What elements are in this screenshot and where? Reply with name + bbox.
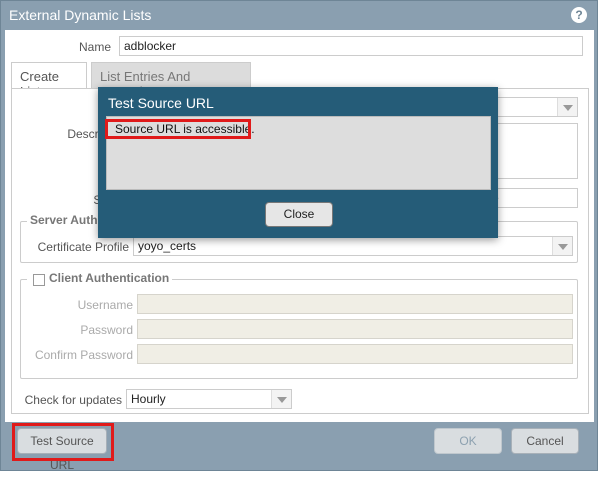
username-input[interactable] — [137, 294, 573, 314]
client-authentication-checkbox[interactable] — [33, 274, 45, 286]
dialog-footer: Test Source URL OK Cancel — [1, 422, 597, 472]
window-titlebar: External Dynamic Lists ? — [1, 1, 597, 31]
certificate-profile-select[interactable]: yoyo_certs — [133, 236, 573, 256]
description-label: Descrip — [67, 127, 108, 141]
confirm-password-input[interactable] — [137, 344, 573, 364]
certificate-profile-value: yoyo_certs — [138, 239, 197, 253]
name-label: Name — [78, 40, 111, 54]
test-dialog-title: Test Source URL — [108, 95, 214, 111]
chevron-down-icon — [552, 237, 572, 255]
client-authentication-group: Client Authentication Username Password … — [20, 271, 578, 379]
check-updates-value: Hourly — [131, 392, 166, 406]
tab-list-entries[interactable]: List Entries And Exceptions — [91, 62, 251, 99]
chevron-down-icon — [271, 390, 291, 408]
message-highlight — [105, 119, 251, 139]
server-authentication-legend: Server Authe — [27, 213, 108, 227]
tab-create-list[interactable]: Create List — [11, 62, 87, 99]
check-updates-select[interactable]: Hourly — [126, 389, 292, 409]
test-dialog-message-area: Source URL is accessible. — [105, 116, 491, 190]
close-button[interactable]: Close — [265, 202, 333, 227]
check-updates-label: Check for updates — [24, 393, 122, 407]
help-icon[interactable]: ? — [571, 7, 587, 23]
cancel-button[interactable]: Cancel — [511, 428, 579, 454]
password-label: Password — [80, 323, 133, 337]
window-title: External Dynamic Lists — [9, 7, 152, 23]
username-label: Username — [77, 298, 133, 312]
confirm-password-label: Confirm Password — [34, 348, 133, 362]
ok-button[interactable]: OK — [434, 428, 502, 454]
chevron-down-icon — [557, 98, 577, 116]
password-input[interactable] — [137, 319, 573, 339]
client-authentication-legend: Client Authentication — [27, 271, 173, 285]
test-source-url-dialog: Test Source URL Source URL is accessible… — [98, 87, 498, 238]
test-source-url-highlight — [12, 423, 114, 461]
name-input[interactable]: adblocker — [119, 36, 583, 56]
certificate-profile-label: Certificate Profile — [37, 240, 129, 254]
